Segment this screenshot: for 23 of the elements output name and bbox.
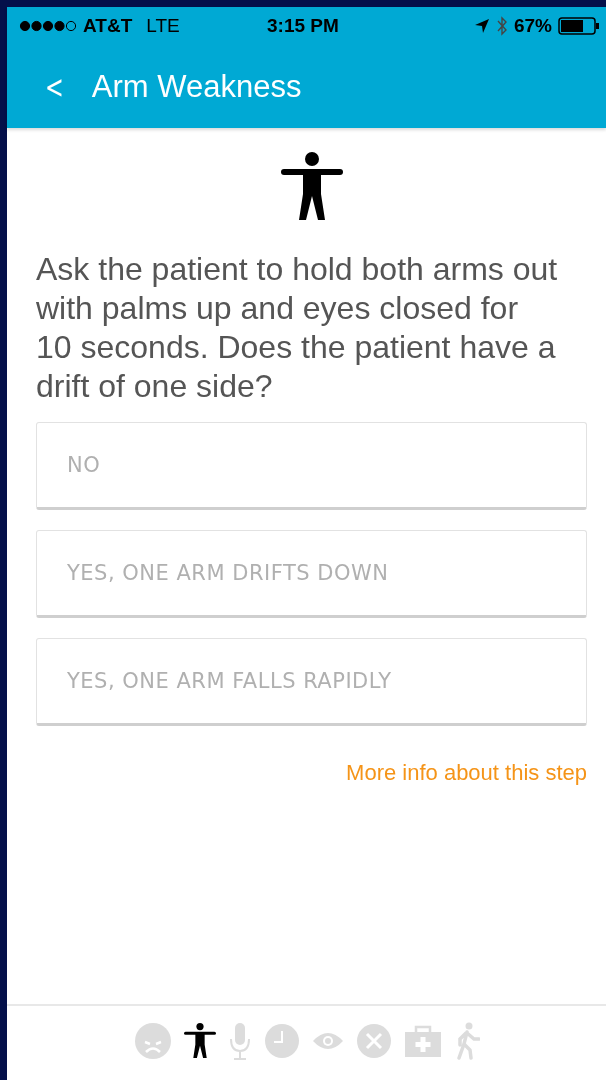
close-circle-icon[interactable]: [355, 1023, 392, 1059]
screen-title: Arm Weakness: [91, 68, 302, 105]
carrier-name: AT&T: [83, 15, 133, 37]
clock-icon[interactable]: [263, 1023, 300, 1059]
question-text: Ask the patient to hold both arms out with palms up and eyes closed for 10 seconds. Does the patient have a drift of one side?: [36, 250, 559, 406]
signal-icon: [19, 20, 77, 32]
location-icon: [473, 18, 490, 34]
person-icon: [280, 152, 343, 222]
battery-icon: [558, 17, 600, 35]
answer-option[interactable]: YES, ONE ARM FALLS RAPIDLY: [36, 638, 587, 726]
sad-face-icon[interactable]: [133, 1022, 172, 1060]
status-time: 3:15 PM: [267, 15, 339, 37]
eye-icon[interactable]: [311, 1031, 344, 1051]
person-icon[interactable]: [183, 1022, 216, 1060]
answer-option[interactable]: NO: [36, 422, 587, 510]
back-button[interactable]: <: [45, 67, 64, 106]
network-type: LTE: [146, 15, 180, 37]
microphone-icon[interactable]: [227, 1022, 252, 1060]
bluetooth-icon: [495, 16, 508, 36]
more-info-link[interactable]: More info about this step: [346, 760, 587, 786]
answer-option[interactable]: YES, ONE ARM DRIFTS DOWN: [36, 530, 587, 618]
first-aid-kit-icon[interactable]: [403, 1024, 442, 1058]
battery-percent: 67%: [513, 15, 552, 37]
